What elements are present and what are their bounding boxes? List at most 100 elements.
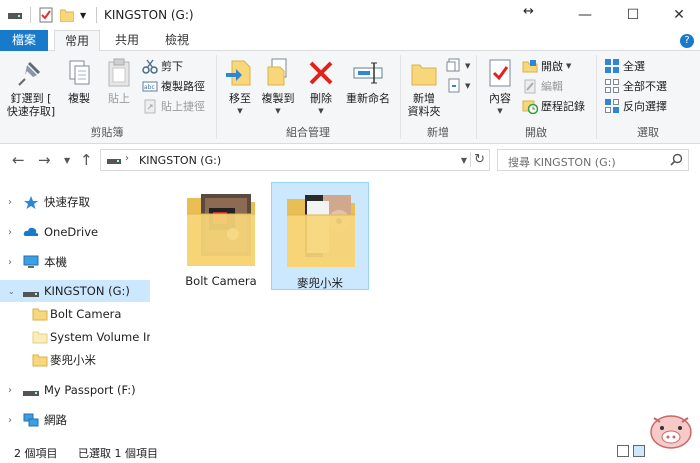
window-title: KINGSTON (G:) xyxy=(104,8,194,22)
navigation-row: ← → ▼ ↑ › KINGSTON (G:) ▼ ↻ 搜尋 KINGSTON … xyxy=(0,144,700,174)
copy-button[interactable]: 複製 xyxy=(60,57,98,105)
up-arrow-icon[interactable]: ↑ xyxy=(80,151,93,169)
open-label: 開啟 xyxy=(541,60,563,73)
move-to-icon xyxy=(224,57,256,89)
tab-file[interactable]: 檔案 xyxy=(0,30,48,51)
maximize-button[interactable]: ☐ xyxy=(610,0,656,30)
easy-access-icon xyxy=(446,78,462,94)
paste-button[interactable]: 貼上 xyxy=(100,57,138,105)
nav-item-my-passport[interactable]: › My Passport (F:) xyxy=(0,379,150,401)
move-to-label: 移至 xyxy=(229,92,251,105)
drive-icon xyxy=(23,287,39,301)
open-button[interactable]: 開啟 ▼ xyxy=(522,57,571,75)
expand-chevron-icon[interactable]: › xyxy=(8,197,12,208)
folder-icon xyxy=(32,307,48,321)
folder-xiaomi[interactable]: 麥兜小米 xyxy=(271,182,369,290)
details-view-icon[interactable] xyxy=(617,445,629,457)
folder-label: 麥兜小米 xyxy=(297,276,343,290)
collapse-chevron-icon[interactable]: ⌄ xyxy=(8,287,15,296)
address-chevron-icon[interactable]: › xyxy=(125,153,129,164)
cut-label: 剪下 xyxy=(161,60,183,73)
properties-button[interactable]: 內容 ▼ xyxy=(482,57,518,118)
properties-label: 內容 xyxy=(489,92,511,105)
new-folder-button[interactable]: 新增 資料夾 xyxy=(404,57,444,118)
cut-button[interactable]: 剪下 xyxy=(142,57,183,75)
new-folder-label: 新增 xyxy=(413,92,435,105)
cloud-icon xyxy=(23,225,39,239)
paste-label: 貼上 xyxy=(108,92,130,105)
recent-locations-chevron-icon[interactable]: ▼ xyxy=(64,156,70,165)
search-box[interactable]: 搜尋 KINGSTON (G:) xyxy=(497,149,689,171)
ribbon-separator xyxy=(400,55,401,139)
refresh-icon[interactable]: ↻ xyxy=(470,152,485,167)
new-folder-icon[interactable] xyxy=(60,7,74,23)
forward-arrow-icon[interactable]: → xyxy=(38,151,51,169)
select-group-label: 選取 xyxy=(637,126,659,139)
pin-icon xyxy=(15,57,47,89)
copy-label: 複製 xyxy=(68,92,90,105)
tab-share[interactable]: 共用 xyxy=(104,30,150,51)
rename-icon xyxy=(352,57,384,89)
drive-icon xyxy=(8,7,22,23)
back-arrow-icon[interactable]: ← xyxy=(12,151,25,169)
edit-label: 編輯 xyxy=(541,80,563,93)
invert-selection-button[interactable]: 反向選擇 xyxy=(604,97,667,115)
expand-chevron-icon[interactable]: › xyxy=(8,257,12,268)
expand-chevron-icon[interactable]: › xyxy=(8,385,12,396)
pin-label-2: 快速存取] xyxy=(6,105,56,118)
delete-button[interactable]: 刪除 ▼ xyxy=(304,57,338,118)
nav-item-network[interactable]: › 網路 xyxy=(0,409,150,431)
nav-item-bolt-camera[interactable]: Bolt Camera xyxy=(0,303,150,325)
address-bar[interactable]: › KINGSTON (G:) ▼ ↻ xyxy=(100,149,490,171)
move-to-button[interactable]: 移至 ▼ xyxy=(220,57,260,118)
selection-count: 已選取 1 個項目 xyxy=(78,447,158,460)
nav-item-system-volume[interactable]: System Volume Information xyxy=(0,326,150,348)
nav-item-onedrive[interactable]: › OneDrive xyxy=(0,221,150,243)
select-all-label: 全選 xyxy=(623,60,645,73)
copy-path-button[interactable]: abc 複製路徑 xyxy=(142,77,205,95)
nav-item-kingston[interactable]: ⌄ KINGSTON (G:) xyxy=(0,280,150,302)
nav-label: 麥兜小米 xyxy=(50,353,96,367)
new-item-icon xyxy=(446,58,462,74)
copy-path-label: 複製路徑 xyxy=(161,80,205,93)
delete-caret: ▼ xyxy=(318,107,324,115)
close-button[interactable]: ✕ xyxy=(656,0,700,30)
expand-chevron-icon[interactable]: › xyxy=(8,415,12,426)
address-dropdown-icon[interactable]: ▼ xyxy=(461,156,467,165)
history-button[interactable]: 歷程記錄 xyxy=(522,97,585,115)
new-folder-label-2: 資料夾 xyxy=(407,105,441,118)
tab-home[interactable]: 常用 xyxy=(54,30,100,52)
minimize-button[interactable]: — xyxy=(562,0,608,30)
history-icon xyxy=(522,98,539,115)
nav-label: 快速存取 xyxy=(44,195,90,209)
nav-item-quick-access[interactable]: › 快速存取 xyxy=(0,191,150,213)
easy-access-button[interactable]: ▼ xyxy=(446,77,470,95)
properties-big-icon xyxy=(484,57,516,89)
select-all-button[interactable]: 全選 xyxy=(604,57,645,75)
copy-path-icon: abc xyxy=(142,78,158,94)
edit-button[interactable]: 編輯 xyxy=(522,77,563,95)
move-to-caret: ▼ xyxy=(237,107,243,115)
large-icons-view-icon[interactable] xyxy=(633,445,645,457)
new-item-button[interactable]: ▼ xyxy=(446,57,470,75)
pig-watermark-icon xyxy=(646,404,696,454)
computer-icon xyxy=(23,255,39,269)
nav-item-xiaomi[interactable]: 麥兜小米 xyxy=(0,349,150,371)
expand-chevron-icon[interactable]: › xyxy=(8,227,12,238)
help-icon[interactable]: ? xyxy=(680,34,694,48)
qa-separator-2 xyxy=(96,7,97,23)
select-none-button[interactable]: 全部不選 xyxy=(604,77,667,95)
nav-item-this-pc[interactable]: › 本機 xyxy=(0,251,150,273)
tab-view[interactable]: 檢視 xyxy=(154,30,200,51)
folder-bolt-camera[interactable]: Bolt Camera xyxy=(172,182,270,290)
nav-label: System Volume Information xyxy=(50,330,150,344)
copy-to-button[interactable]: 複製到 ▼ xyxy=(258,57,298,118)
pin-quick-access-button[interactable]: 釘選到 [ 快速存取] xyxy=(4,57,58,118)
qa-dropdown-icon[interactable]: ▼ xyxy=(80,7,86,23)
paste-shortcut-button[interactable]: 貼上捷徑 xyxy=(142,97,205,115)
folder-icon xyxy=(32,353,48,367)
nav-label: 網路 xyxy=(44,413,67,427)
properties-icon[interactable] xyxy=(39,7,53,23)
search-icon[interactable] xyxy=(670,153,683,169)
rename-button[interactable]: 重新命名 xyxy=(342,57,394,105)
